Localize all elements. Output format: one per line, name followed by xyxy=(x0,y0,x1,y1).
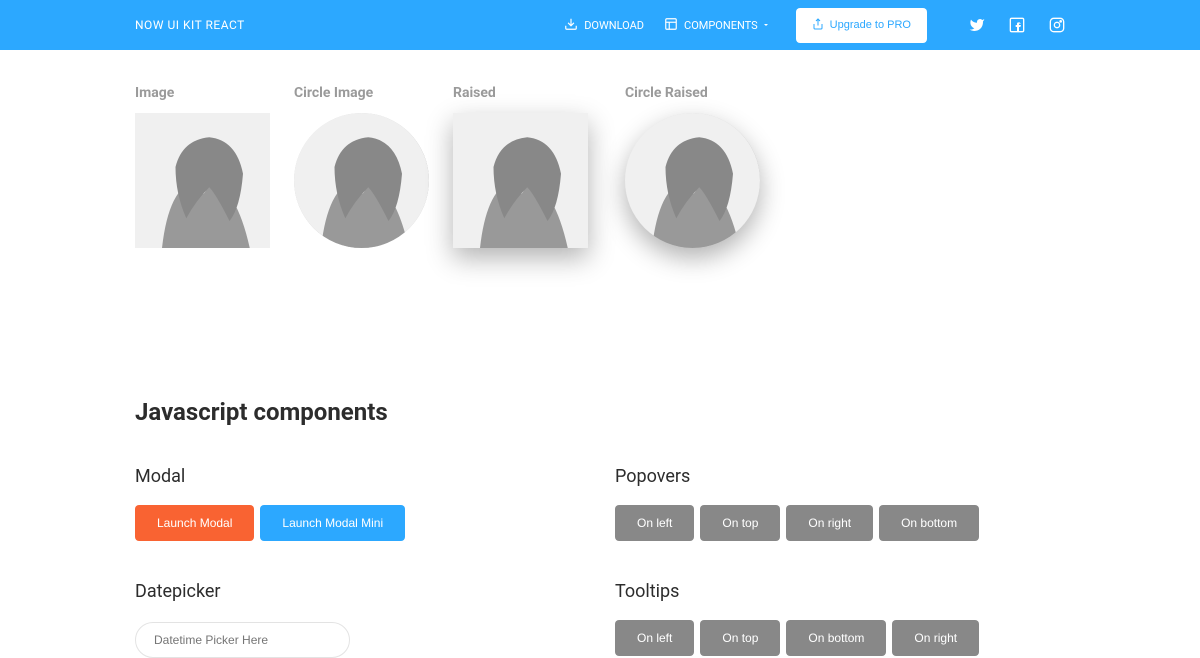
popover-bottom-button[interactable]: On bottom xyxy=(879,505,979,541)
popovers-title: Popovers xyxy=(615,466,1065,487)
components-icon xyxy=(664,17,684,34)
download-icon xyxy=(564,17,584,34)
chevron-down-icon xyxy=(762,19,776,32)
upgrade-label: Upgrade to PRO xyxy=(830,19,911,31)
js-section-title: Javascript components xyxy=(135,398,1065,426)
popover-buttons: On left On top On right On bottom xyxy=(615,505,1065,541)
js-components-row: Modal Launch Modal Launch Modal Mini Dat… xyxy=(135,466,1065,658)
modal-title: Modal xyxy=(135,466,585,487)
popover-top-button[interactable]: On top xyxy=(700,505,780,541)
image-raised xyxy=(453,113,588,248)
modal-buttons: Launch Modal Launch Modal Mini xyxy=(135,505,585,541)
left-column: Modal Launch Modal Launch Modal Mini Dat… xyxy=(135,466,585,658)
image-regular xyxy=(135,113,270,248)
navbar: NOW UI KIT REACT DOWNLOAD COMPONENTS Upg… xyxy=(0,0,1200,50)
tooltip-right-button[interactable]: On right xyxy=(892,620,979,656)
components-label: COMPONENTS xyxy=(684,19,758,32)
download-label: DOWNLOAD xyxy=(584,19,644,32)
instagram-icon[interactable] xyxy=(1049,17,1065,33)
datepicker-input[interactable] xyxy=(135,622,350,658)
circle-image-label: Circle Image xyxy=(294,85,429,101)
circle-image-example: Circle Image xyxy=(294,85,429,248)
upgrade-button[interactable]: Upgrade to PRO xyxy=(796,8,927,43)
tooltip-top-button[interactable]: On top xyxy=(700,620,780,656)
launch-modal-button[interactable]: Launch Modal xyxy=(135,505,254,541)
circle-raised-label: Circle Raised xyxy=(625,85,773,101)
portrait-photo xyxy=(625,113,760,248)
portrait-photo xyxy=(453,113,588,248)
brand[interactable]: NOW UI KIT REACT xyxy=(135,18,245,32)
twitter-icon[interactable] xyxy=(969,17,985,33)
popover-left-button[interactable]: On left xyxy=(615,505,694,541)
launch-modal-mini-button[interactable]: Launch Modal Mini xyxy=(260,505,405,541)
circle-raised-example: Circle Raised xyxy=(625,85,773,248)
raised-image-example: Raised xyxy=(453,85,601,248)
components-dropdown[interactable]: COMPONENTS xyxy=(664,17,776,34)
images-row: Image Circle Image Raised Circle Raised xyxy=(135,85,1065,248)
upload-icon xyxy=(812,18,830,33)
tooltip-left-button[interactable]: On left xyxy=(615,620,694,656)
image-circle-raised xyxy=(625,113,760,248)
popover-right-button[interactable]: On right xyxy=(786,505,873,541)
tooltip-buttons: On left On top On bottom On right xyxy=(615,620,1065,656)
download-link[interactable]: DOWNLOAD xyxy=(564,17,644,34)
datepicker-title: Datepicker xyxy=(135,581,585,602)
portrait-photo xyxy=(294,113,429,248)
right-column: Popovers On left On top On right On bott… xyxy=(615,466,1065,658)
tooltip-bottom-button[interactable]: On bottom xyxy=(786,620,886,656)
image-circle xyxy=(294,113,429,248)
image-example: Image xyxy=(135,85,270,248)
image-label: Image xyxy=(135,85,270,101)
main-container: Image Circle Image Raised Circle Raised … xyxy=(0,50,1200,658)
portrait-photo xyxy=(135,113,270,248)
facebook-icon[interactable] xyxy=(1009,17,1025,33)
tooltips-title: Tooltips xyxy=(615,581,1065,602)
raised-image-label: Raised xyxy=(453,85,601,101)
